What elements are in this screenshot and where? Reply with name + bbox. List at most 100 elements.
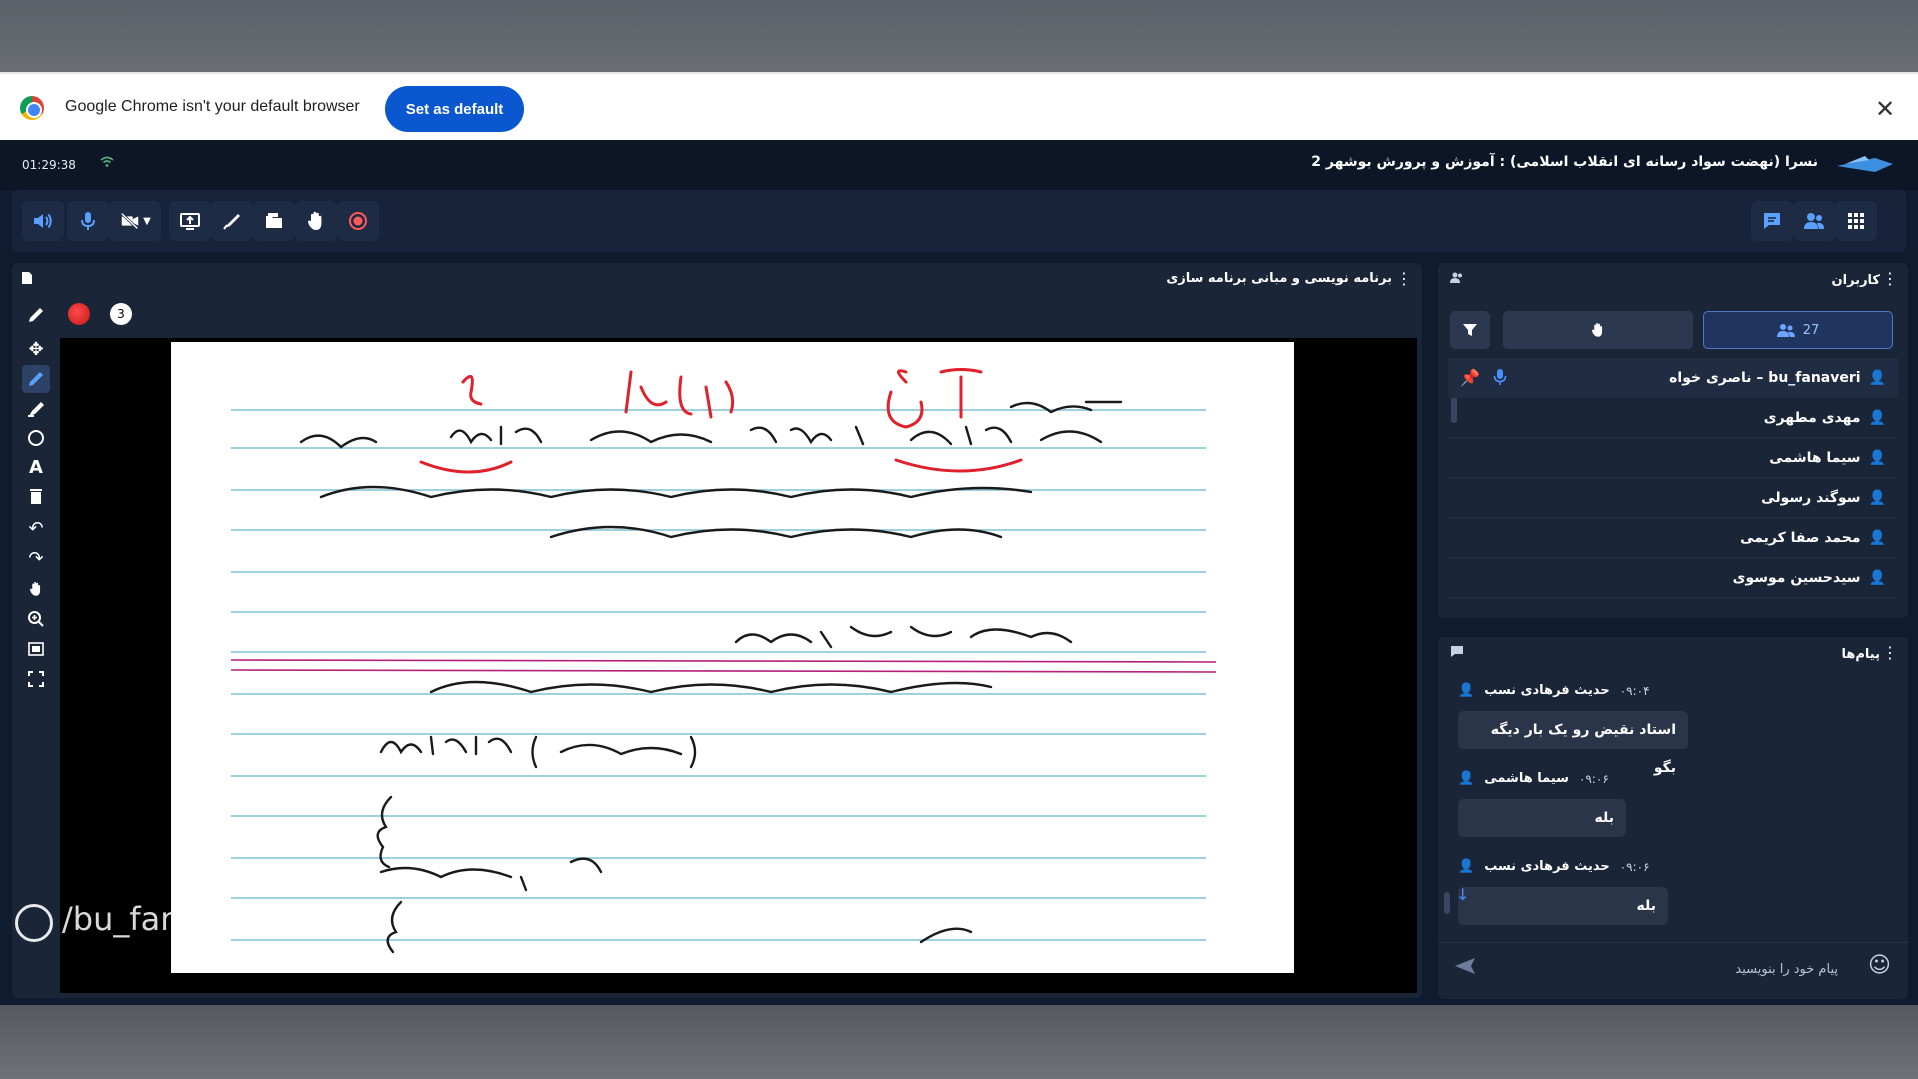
whiteboard-icon[interactable] xyxy=(211,201,253,241)
camera-off-icon[interactable]: ▼ xyxy=(109,201,161,241)
pencil-icon[interactable] xyxy=(22,301,50,329)
whiteboard-title: برنامه نویسی و مبانی برنامه سازی xyxy=(1166,271,1392,286)
top-backdrop xyxy=(0,0,1918,72)
chat-small-icon xyxy=(1450,645,1464,661)
record-icon[interactable] xyxy=(337,201,379,241)
watermark-text: /bu_fanaveri xyxy=(62,900,261,938)
scroll-down-icon[interactable]: ↓ xyxy=(1456,885,1469,904)
list-item[interactable]: 📌 ناصری خواه – bu_fanaveri 👤 xyxy=(1448,358,1898,398)
fit-page-icon[interactable] xyxy=(22,635,50,663)
messages-panel-title: پیام‌ها xyxy=(1841,647,1881,662)
whiteboard-canvas[interactable]: ‹ 14 ▼ › xyxy=(60,338,1417,1053)
message-time: ۰۹:۰۶ xyxy=(1619,859,1650,874)
list-item[interactable]: سوگند رسولی 👤 xyxy=(1448,478,1898,518)
users-icon xyxy=(1776,324,1795,337)
list-item[interactable]: سیما هاشمی 👤 xyxy=(1448,438,1898,478)
user-name: مهدی مطهری xyxy=(1763,409,1861,426)
share-screen-icon[interactable] xyxy=(169,201,211,241)
list-item[interactable]: سیدحسین موسوی 👤 xyxy=(1448,558,1898,598)
pen-icon[interactable] xyxy=(22,365,50,393)
bottom-backdrop xyxy=(0,1005,1918,1079)
set-as-default-button[interactable]: Set as default xyxy=(385,86,524,132)
whiteboard-panel: برنامه نویسی و مبانی برنامه سازی ⋮ ✥ A ↶… xyxy=(12,263,1422,1053)
message-bubble: بله xyxy=(1458,887,1668,925)
handwritten-notes xyxy=(230,368,1217,954)
circle-shape-icon[interactable] xyxy=(22,424,50,452)
messages-scrollbar[interactable] xyxy=(1444,892,1450,914)
list-item[interactable]: محمد صفا کریمی 👤 xyxy=(1448,518,1898,558)
message-item: 👤 سیما هاشمی ۰۹:۰۶ بله xyxy=(1458,763,1888,851)
user-name: ناصری خواه – bu_fanaveri xyxy=(1669,369,1861,386)
infobar-message: Google Chrome isn't your default browser xyxy=(65,98,360,115)
user-icon: 👤 xyxy=(1868,409,1886,426)
user-icon: 👤 xyxy=(1868,529,1886,546)
fullscreen-icon[interactable] xyxy=(22,665,50,693)
user-icon: 👤 xyxy=(1458,859,1475,874)
drawing-tools: ✥ A ↶ ↷ xyxy=(12,293,60,993)
undo-icon[interactable]: ↶ xyxy=(22,514,50,542)
title-bar: 01:29:38 نسرا (نهضت سواد رسانه ای انقلاب… xyxy=(0,140,1918,190)
mic-icon[interactable] xyxy=(67,201,109,241)
user-icon: 👤 xyxy=(1868,449,1886,466)
user-list: 📌 ناصری خواه – bu_fanaveri 👤 مهدی مطهری … xyxy=(1448,358,1898,598)
message-time: ۰۹:۰۴ xyxy=(1619,683,1650,698)
message-list: 👤 حدیث فرهادی نسب ۰۹:۰۴ استاد نقیض رو یک… xyxy=(1458,675,1888,939)
watermark-logo-icon xyxy=(15,904,53,942)
move-icon[interactable]: ✥ xyxy=(22,335,50,363)
user-count: 27 xyxy=(1802,322,1820,338)
more-options-icon[interactable]: ⋮ xyxy=(1882,643,1898,662)
message-bubble: استاد نقیض رو یک بار دیگه بگو xyxy=(1458,711,1688,776)
whiteboard-header: برنامه نویسی و مبانی برنامه سازی ⋮ xyxy=(12,263,1422,293)
apps-grid-icon[interactable] xyxy=(1835,201,1877,241)
default-browser-infobar: Google Chrome isn't your default browser… xyxy=(0,72,1918,140)
presenter-user-icon: 👤 xyxy=(1868,369,1886,386)
more-options-icon[interactable]: ⋮ xyxy=(1396,269,1412,288)
send-icon[interactable] xyxy=(1454,956,1476,980)
raise-hand-icon[interactable] xyxy=(295,201,337,241)
message-header: 👤 حدیث فرهادی نسب ۰۹:۰۶ xyxy=(1458,859,1650,874)
zoom-in-icon[interactable] xyxy=(22,605,50,633)
messages-panel: پیام‌ها ⋮ 👤 حدیث فرهادی نسب ۰۹:۰۴ استاد … xyxy=(1438,637,1908,999)
speaker-icon[interactable] xyxy=(22,201,64,241)
mic-icon[interactable] xyxy=(1493,368,1507,390)
hand-pan-icon[interactable] xyxy=(22,575,50,603)
main-toolbar: ▼ xyxy=(12,190,1906,252)
emoji-icon[interactable]: ☺ xyxy=(1868,953,1891,978)
meeting-app: 01:29:38 نسرا (نهضت سواد رسانه ای انقلاب… xyxy=(0,140,1918,1053)
filter-icon[interactable] xyxy=(1450,311,1490,349)
more-options-icon[interactable]: ⋮ xyxy=(1882,269,1898,288)
list-item[interactable]: مهدی مطهری 👤 xyxy=(1448,398,1898,438)
message-sender: حدیث فرهادی نسب xyxy=(1484,859,1610,874)
message-sender: حدیث فرهادی نسب xyxy=(1484,683,1610,698)
document-icon xyxy=(22,272,32,284)
redo-icon[interactable]: ↷ xyxy=(22,544,50,572)
chat-icon[interactable] xyxy=(1751,201,1793,241)
message-composer: ☺ xyxy=(1438,942,1908,992)
highlighter-icon[interactable] xyxy=(22,395,50,423)
user-name: سیدحسین موسوی xyxy=(1732,569,1861,586)
users-small-icon xyxy=(1450,271,1464,287)
users-icon[interactable] xyxy=(1793,201,1835,241)
raised-hands-tab[interactable] xyxy=(1503,311,1693,349)
user-name: محمد صفا کریمی xyxy=(1740,529,1861,546)
slide-page xyxy=(171,342,1294,973)
chrome-logo-icon xyxy=(20,96,44,120)
message-item: 👤 حدیث فرهادی نسب ۰۹:۰۶ بله xyxy=(1458,851,1888,939)
user-name: سوگند رسولی xyxy=(1761,489,1861,506)
trash-icon[interactable] xyxy=(22,482,50,510)
files-icon[interactable] xyxy=(253,201,295,241)
message-input[interactable] xyxy=(1498,955,1838,983)
pin-icon[interactable]: 📌 xyxy=(1460,368,1480,387)
session-clock: 01:29:38 xyxy=(22,158,76,172)
color-palette-icon[interactable] xyxy=(68,303,90,325)
text-tool-icon[interactable]: A xyxy=(22,453,50,481)
stroke-size-badge[interactable]: 3 xyxy=(110,303,132,325)
user-name: سیما هاشمی xyxy=(1769,449,1861,466)
all-users-tab[interactable]: 27 xyxy=(1703,311,1893,349)
users-panel: کاربران ⋮ 27 📌 ناصری خواه – bu_fanaveri … xyxy=(1438,263,1908,618)
app-title: نسرا (نهضت سواد رسانه ای انقلاب اسلامی) … xyxy=(1311,154,1818,170)
close-icon[interactable]: ✕ xyxy=(1870,94,1900,124)
user-icon: 👤 xyxy=(1458,771,1475,786)
message-header: 👤 سیما هاشمی ۰۹:۰۶ xyxy=(1458,771,1609,786)
raise-hand-icon xyxy=(1591,323,1603,337)
